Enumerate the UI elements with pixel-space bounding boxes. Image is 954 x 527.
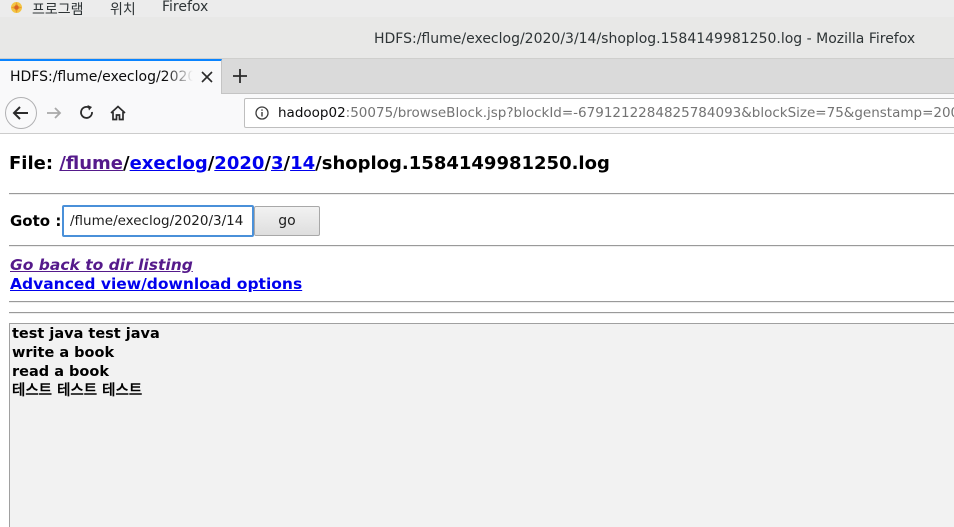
home-icon[interactable] bbox=[109, 104, 127, 122]
page-content: File: /flume/execlog/2020/3/14/shoplog.1… bbox=[0, 135, 954, 527]
goto-path-input[interactable] bbox=[62, 205, 254, 237]
back-button[interactable] bbox=[5, 97, 37, 129]
reload-icon[interactable] bbox=[78, 104, 96, 122]
file-lines: test java test java write a book read a … bbox=[10, 324, 954, 401]
file-contents-textarea[interactable]: test java test java write a book read a … bbox=[9, 323, 954, 527]
new-tab-plus-icon[interactable] bbox=[231, 67, 249, 85]
active-tab[interactable]: HDFS:/flume/execlog/2020/3/14/shoplog.15… bbox=[0, 59, 222, 94]
file-name: shoplog.1584149981250.log bbox=[321, 153, 610, 174]
path-link-3[interactable]: 3 bbox=[271, 153, 284, 174]
divider bbox=[9, 301, 954, 303]
close-tab-icon[interactable] bbox=[200, 70, 214, 84]
back-arrow-icon bbox=[12, 106, 28, 120]
window-title: HDFS:/flume/execlog/2020/3/14/shoplog.15… bbox=[374, 31, 916, 47]
divider bbox=[9, 245, 954, 247]
advanced-view-download-link[interactable]: Advanced view/download options bbox=[10, 275, 302, 293]
path-separator: / bbox=[315, 153, 322, 174]
file-line: 테스트 테스트 테스트 bbox=[12, 383, 143, 399]
forward-arrow-icon[interactable] bbox=[45, 104, 63, 122]
site-info-icon[interactable] bbox=[255, 106, 269, 120]
url-path-query: :50075/browseBlock.jsp?blockId=-67912122… bbox=[345, 105, 954, 121]
applications-logo-icon bbox=[11, 2, 22, 13]
navigation-toolbar: hadoop02:50075/browseBlock.jsp?blockId=-… bbox=[0, 94, 954, 134]
divider bbox=[9, 193, 954, 195]
url-host: hadoop02 bbox=[278, 105, 346, 121]
page-title: File: /flume/execlog/2020/3/14/shoplog.1… bbox=[9, 153, 610, 174]
file-line: test java test java bbox=[12, 326, 160, 342]
path-separator: / bbox=[123, 153, 130, 174]
url-bar[interactable]: hadoop02:50075/browseBlock.jsp?blockId=-… bbox=[244, 98, 954, 128]
system-top-panel: 프로그램 위치 Firefox bbox=[0, 0, 954, 18]
path-separator: / bbox=[264, 153, 271, 174]
path-link-flume[interactable]: /flume bbox=[59, 153, 123, 174]
tab-label: HDFS:/flume/execlog/2020/3/14/shoplog.15… bbox=[10, 69, 193, 85]
file-line: read a book bbox=[12, 364, 109, 380]
file-line: write a book bbox=[12, 345, 115, 361]
tab-strip: HDFS:/flume/execlog/2020/3/14/shoplog.15… bbox=[0, 59, 954, 94]
window-title-bar[interactable]: HDFS:/flume/execlog/2020/3/14/shoplog.15… bbox=[0, 17, 954, 59]
menu-firefox[interactable]: Firefox bbox=[162, 0, 208, 15]
path-link-execlog[interactable]: execlog bbox=[130, 153, 208, 174]
back-to-dir-listing-link[interactable]: Go back to dir listing bbox=[10, 256, 193, 274]
heading-prefix: File: bbox=[9, 153, 60, 174]
divider bbox=[9, 312, 954, 314]
path-link-14[interactable]: 14 bbox=[290, 153, 315, 174]
goto-label: Goto : bbox=[10, 212, 62, 230]
go-button[interactable]: go bbox=[254, 206, 320, 236]
path-link-2020[interactable]: 2020 bbox=[214, 153, 264, 174]
url-text: hadoop02:50075/browseBlock.jsp?blockId=-… bbox=[278, 105, 954, 121]
